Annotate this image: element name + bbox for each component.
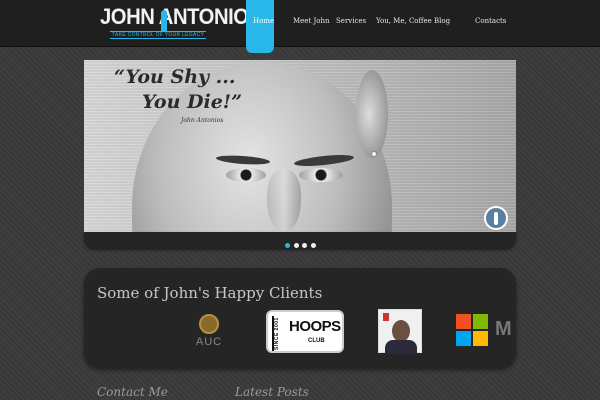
auc-emblem-icon bbox=[199, 314, 219, 334]
client-logo-partial[interactable]: M bbox=[495, 318, 512, 341]
hoops-since-label: SINCE 2001 bbox=[272, 316, 284, 351]
logo-figure-icon bbox=[161, 10, 167, 32]
ms-red-square bbox=[456, 314, 471, 329]
brand-badge-icon bbox=[484, 206, 508, 230]
slide-quote-line1: “You Shy ... bbox=[114, 66, 236, 88]
nav-item-meet-john[interactable]: Meet John bbox=[293, 0, 330, 41]
site-header: JOHN ANTONIOS TAKE CONTROL OF YOUR LEGAC… bbox=[0, 0, 600, 53]
slider-dot-4[interactable] bbox=[311, 243, 316, 248]
latest-posts-heading: Latest Posts bbox=[235, 385, 309, 399]
badge-figure-icon bbox=[494, 212, 498, 225]
site-logo[interactable]: JOHN ANTONIOS TAKE CONTROL OF YOUR LEGAC… bbox=[100, 4, 262, 40]
client-logo-auc[interactable]: AUC bbox=[194, 314, 224, 354]
slider-dot-1[interactable] bbox=[285, 243, 290, 248]
clients-title: Some of John's Happy Clients bbox=[97, 284, 323, 302]
portrait-eye-right bbox=[299, 168, 343, 182]
logo-tagline: TAKE CONTROL OF YOUR LEGACY bbox=[110, 31, 207, 39]
client-logo-portrait[interactable] bbox=[378, 309, 422, 354]
slider-controls-bar bbox=[84, 232, 516, 248]
ms-yellow-square bbox=[473, 331, 488, 346]
nav-item-contacts[interactable]: Contacts bbox=[475, 0, 506, 41]
hoops-word-label: HOOPS bbox=[289, 318, 341, 335]
nav-item-services[interactable]: Services bbox=[336, 0, 366, 41]
slide-quote-line2: You Die!” bbox=[142, 91, 243, 113]
auc-label: AUC bbox=[195, 336, 223, 348]
slider-dot-3[interactable] bbox=[302, 243, 307, 248]
portrait-head bbox=[392, 320, 410, 342]
portrait-nose bbox=[267, 170, 301, 232]
nav-item-you-me-coffee[interactable]: You, Me, Coffee bbox=[376, 0, 432, 41]
portrait-accent-icon bbox=[383, 313, 389, 321]
portrait-ear-image bbox=[356, 70, 388, 158]
slide-quote-author: John Antonios bbox=[181, 117, 224, 124]
portrait-eye-left bbox=[226, 168, 266, 182]
client-logo-microsoft-icon[interactable] bbox=[456, 314, 488, 346]
client-logo-hoops-club[interactable]: SINCE 2001 HOOPS CLUB bbox=[266, 310, 344, 353]
clients-panel: Some of John's Happy Clients AUC SINCE 2… bbox=[84, 268, 516, 368]
hero-slider[interactable]: “You Shy ... You Die!” John Antonios bbox=[84, 60, 516, 232]
earring-image bbox=[371, 151, 377, 157]
ms-blue-square bbox=[456, 331, 471, 346]
slider-dot-2[interactable] bbox=[294, 243, 299, 248]
hoops-club-label: CLUB bbox=[308, 338, 325, 344]
nav-item-blog[interactable]: Blog bbox=[434, 0, 450, 41]
nav-item-home[interactable]: Home bbox=[246, 0, 274, 53]
logo-text: JOHN ANTONIOS bbox=[100, 4, 262, 29]
contact-heading: Contact Me bbox=[97, 385, 168, 399]
ms-green-square bbox=[473, 314, 488, 329]
portrait-body bbox=[385, 340, 417, 354]
